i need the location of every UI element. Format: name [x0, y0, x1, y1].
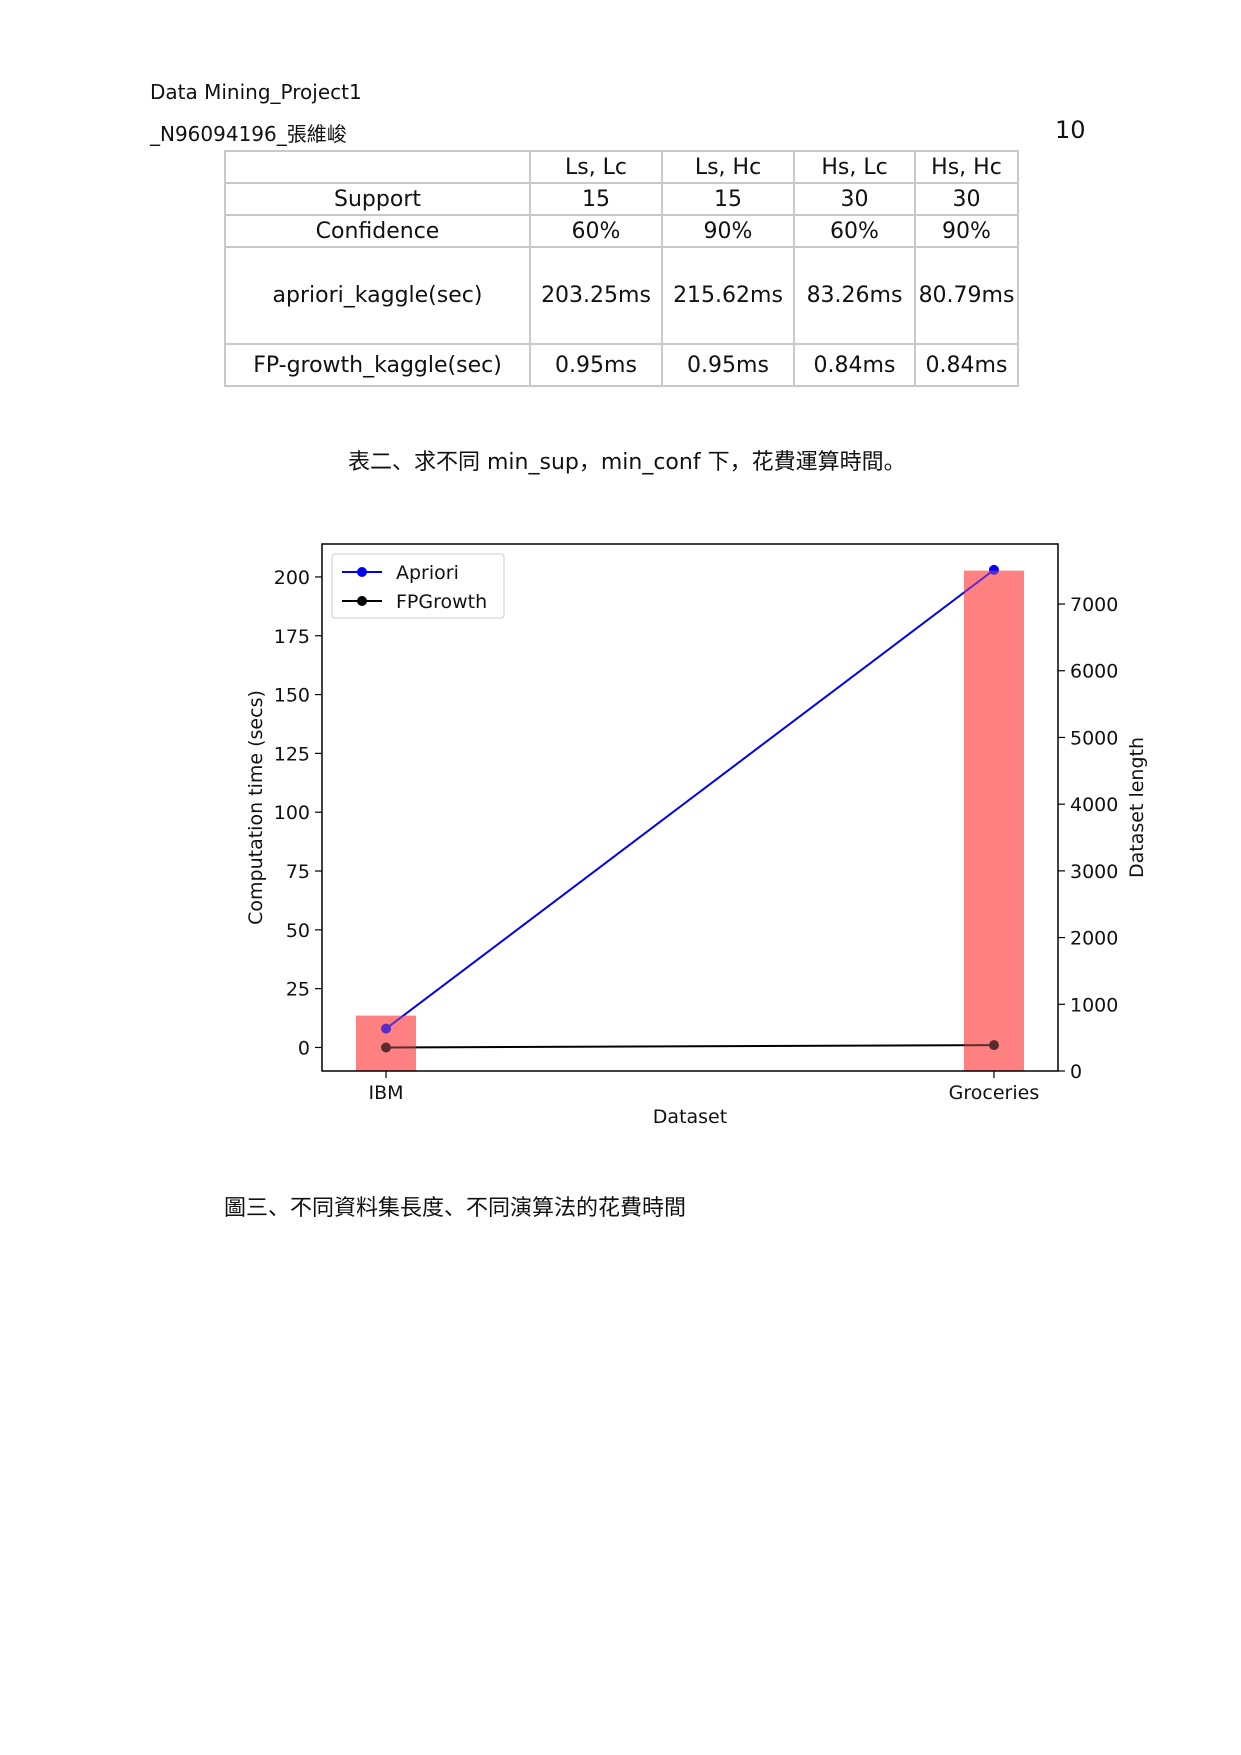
results-table: Ls, Lc Ls, Hc Hs, Lc Hs, Hc Support 15 1… [224, 150, 1019, 387]
table-cell: 0.95ms [661, 343, 795, 387]
page-number: 10 [1055, 116, 1086, 144]
computation-time-chart: 0255075100125150175200010002000300040005… [245, 543, 1148, 1128]
y-tick-label: 75 [286, 861, 310, 883]
table-cell: 0.95ms [529, 343, 663, 387]
table-row: Support 15 15 30 30 [224, 182, 1019, 216]
y2-tick-label: 5000 [1070, 727, 1118, 749]
table-header-cell: Hs, Lc [793, 150, 916, 184]
table-cell: 15 [529, 182, 663, 216]
dataset-length-bar-overlay [356, 1015, 417, 1071]
legend-swatch-marker [357, 596, 367, 606]
table-cell: 203.25ms [529, 246, 663, 345]
legend-label: Apriori [396, 562, 459, 584]
y2-tick-label: 2000 [1070, 928, 1118, 950]
x-tick-label: IBM [369, 1082, 404, 1104]
apriori-line [385, 569, 995, 1030]
fpgrowth-line [386, 1044, 994, 1049]
legend-swatch-marker [357, 567, 367, 577]
table-cell: 15 [661, 182, 795, 216]
y2-tick-label: 7000 [1070, 594, 1118, 616]
table-header-cell: Hs, Hc [914, 150, 1019, 184]
table-cell: 83.26ms [793, 246, 916, 345]
table-row-label: Confidence [224, 214, 531, 248]
y-tick-label: 50 [286, 920, 310, 942]
x-axis-label: Dataset [653, 1106, 727, 1128]
y-tick-label: 100 [274, 802, 310, 824]
y-tick-label: 125 [274, 743, 310, 765]
figure-caption: 圖三、不同資料集長度、不同演算法的花費時間 [224, 1196, 687, 1221]
y2-tick-label: 6000 [1070, 661, 1118, 683]
table-cell: 215.62ms [661, 246, 795, 345]
table-cell: 60% [793, 214, 916, 248]
table-header-cell: Ls, Hc [661, 150, 795, 184]
table-header-row: Ls, Lc Ls, Hc Hs, Lc Hs, Hc [224, 150, 1019, 184]
table-cell: 90% [661, 214, 795, 248]
table-row: FP-growth_kaggle(sec) 0.95ms 0.95ms 0.84… [224, 343, 1019, 387]
header-project-title: Data Mining_Project1 [150, 80, 362, 104]
plot-frame [321, 543, 1059, 1072]
table-cell: 0.84ms [914, 343, 1019, 387]
x-tick-label: Groceries [949, 1082, 1040, 1104]
table-cell: 90% [914, 214, 1019, 248]
header-author-id: _N96094196_張維峻 [150, 122, 347, 146]
y-tick-label: 0 [298, 1037, 310, 1059]
y2-axis-label: Dataset length [1126, 737, 1148, 878]
table-cell: 30 [914, 182, 1019, 216]
table-row: Confidence 60% 90% 60% 90% [224, 214, 1019, 248]
y2-tick-label: 3000 [1070, 861, 1118, 883]
table-cell: 80.79ms [914, 246, 1019, 345]
table-cell: 60% [529, 214, 663, 248]
y-axis-label: Computation time (secs) [245, 690, 267, 925]
table-header-cell: Ls, Lc [529, 150, 663, 184]
legend-label: FPGrowth [396, 591, 487, 613]
table-row-label: apriori_kaggle(sec) [224, 246, 531, 345]
dataset-length-bar-overlay [963, 570, 1024, 1071]
table-cell: 0.84ms [793, 343, 916, 387]
table-caption: 表二、求不同 min_sup，min_conf 下，花費運算時間。 [348, 450, 906, 475]
y-tick-label: 175 [274, 626, 310, 648]
table-row: apriori_kaggle(sec) 203.25ms 215.62ms 83… [224, 246, 1019, 345]
table-header-cell [224, 150, 531, 184]
table-cell: 30 [793, 182, 916, 216]
y-tick-label: 200 [274, 567, 310, 589]
y2-tick-label: 0 [1070, 1061, 1082, 1083]
table-row-label: Support [224, 182, 531, 216]
y2-tick-label: 1000 [1070, 994, 1118, 1016]
y-tick-label: 25 [286, 979, 310, 1001]
table-row-label: FP-growth_kaggle(sec) [224, 343, 531, 387]
y-tick-label: 150 [274, 685, 310, 707]
y2-tick-label: 4000 [1070, 794, 1118, 816]
